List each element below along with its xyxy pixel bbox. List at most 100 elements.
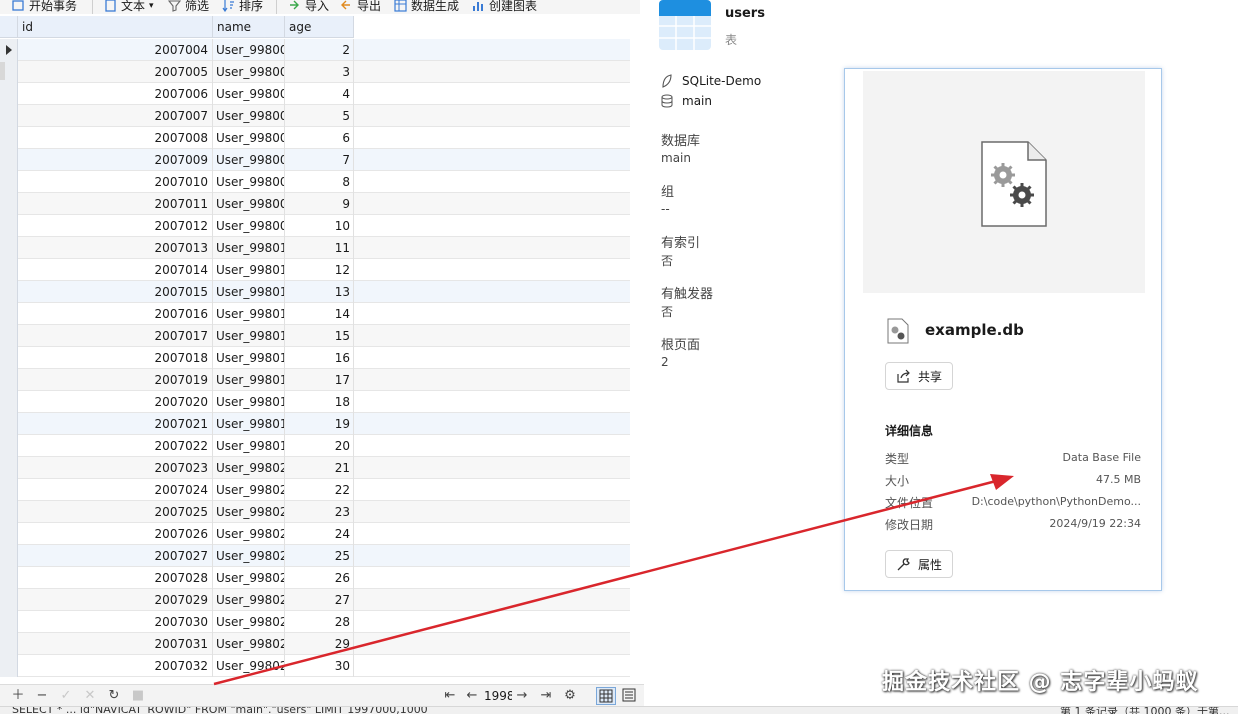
row-indicator[interactable] <box>0 83 18 105</box>
row-indicator[interactable] <box>0 127 18 149</box>
cell-name[interactable]: User_99800 <box>213 127 285 149</box>
table-row[interactable]: 2007019 User_99801 17 <box>0 369 630 391</box>
cell-age[interactable]: 4 <box>285 83 354 105</box>
cell-name[interactable]: User_99801 <box>213 303 285 325</box>
column-header-id[interactable]: id <box>18 16 213 38</box>
row-indicator[interactable] <box>0 435 18 457</box>
cell-id[interactable]: 2007016 <box>18 303 213 325</box>
table-row[interactable]: 2007028 User_99802 26 <box>0 567 630 589</box>
next-page-button[interactable]: → <box>514 688 530 704</box>
cell-age[interactable]: 29 <box>285 633 354 655</box>
delete-record-button[interactable]: − <box>34 688 50 704</box>
cell-age[interactable]: 16 <box>285 347 354 369</box>
cell-age[interactable]: 9 <box>285 193 354 215</box>
export-button[interactable]: 导出 <box>340 0 381 14</box>
cell-name[interactable]: User_99802 <box>213 457 285 479</box>
row-indicator[interactable] <box>0 105 18 127</box>
cell-name[interactable]: User_99800 <box>213 39 285 61</box>
row-indicator[interactable] <box>0 457 18 479</box>
row-indicator[interactable] <box>0 589 18 611</box>
cell-name[interactable]: User_99801 <box>213 413 285 435</box>
cell-id[interactable]: 2007005 <box>18 61 213 83</box>
cell-name[interactable]: User_99800 <box>213 193 285 215</box>
table-row[interactable]: 2007031 User_99802 29 <box>0 633 630 655</box>
row-indicator[interactable] <box>0 215 18 237</box>
row-indicator[interactable] <box>0 369 18 391</box>
table-row[interactable]: 2007013 User_99801 11 <box>0 237 630 259</box>
table-row[interactable]: 2007032 User_99802 30 <box>0 655 630 677</box>
table-row[interactable]: 2007014 User_99801 12 <box>0 259 630 281</box>
cell-name[interactable]: User_99800 <box>213 83 285 105</box>
form-view-button[interactable] <box>620 687 640 705</box>
row-indicator[interactable] <box>0 655 18 677</box>
filter-button[interactable]: 筛选 <box>168 0 209 14</box>
cell-age[interactable]: 23 <box>285 501 354 523</box>
cell-age[interactable]: 14 <box>285 303 354 325</box>
cell-id[interactable]: 2007026 <box>18 523 213 545</box>
table-row[interactable]: 2007007 User_99800 5 <box>0 105 630 127</box>
cell-id[interactable]: 2007008 <box>18 127 213 149</box>
properties-button[interactable]: 属性 <box>885 550 954 578</box>
cell-name[interactable]: User_99802 <box>213 589 285 611</box>
text-button[interactable]: 文本 ▾ <box>104 0 154 14</box>
cell-id[interactable]: 2007024 <box>18 479 213 501</box>
cell-name[interactable]: User_99801 <box>213 325 285 347</box>
row-indicator[interactable] <box>0 303 18 325</box>
last-page-button[interactable]: ⇥ <box>538 688 554 704</box>
cell-age[interactable]: 7 <box>285 149 354 171</box>
cell-id[interactable]: 2007030 <box>18 611 213 633</box>
table-row[interactable]: 2007006 User_99800 4 <box>0 83 630 105</box>
first-page-button[interactable]: ⇤ <box>442 688 458 704</box>
cell-name[interactable]: User_99801 <box>213 259 285 281</box>
add-record-button[interactable]: ＋ <box>10 688 26 704</box>
table-row[interactable]: 2007023 User_99802 21 <box>0 457 630 479</box>
row-indicator[interactable] <box>0 39 18 61</box>
column-header-age[interactable]: age <box>285 16 354 38</box>
cell-id[interactable]: 2007018 <box>18 347 213 369</box>
row-indicator[interactable] <box>0 325 18 347</box>
cell-id[interactable]: 2007023 <box>18 457 213 479</box>
table-row[interactable]: 2007017 User_99801 15 <box>0 325 630 347</box>
cell-age[interactable]: 10 <box>285 215 354 237</box>
cell-id[interactable]: 2007011 <box>18 193 213 215</box>
share-button[interactable]: 共享 <box>885 362 954 390</box>
refresh-button[interactable]: ↻ <box>106 688 122 704</box>
cell-id[interactable]: 2007032 <box>18 655 213 677</box>
grid-view-button[interactable] <box>596 687 616 705</box>
cell-id[interactable]: 2007015 <box>18 281 213 303</box>
cell-age[interactable]: 12 <box>285 259 354 281</box>
row-indicator[interactable] <box>0 193 18 215</box>
cell-age[interactable]: 15 <box>285 325 354 347</box>
cell-name[interactable]: User_99802 <box>213 501 285 523</box>
cell-name[interactable]: User_99802 <box>213 611 285 633</box>
row-indicator[interactable] <box>0 259 18 281</box>
cell-age[interactable]: 19 <box>285 413 354 435</box>
cell-id[interactable]: 2007010 <box>18 171 213 193</box>
row-indicator[interactable] <box>0 501 18 523</box>
table-row[interactable]: 2007030 User_99802 28 <box>0 611 630 633</box>
discard-changes-button[interactable]: ✕ <box>82 688 98 704</box>
row-indicator[interactable] <box>0 237 18 259</box>
table-row[interactable]: 2007020 User_99801 18 <box>0 391 630 413</box>
gear-icon[interactable]: ⚙ <box>562 688 578 704</box>
cell-age[interactable]: 21 <box>285 457 354 479</box>
table-row[interactable]: 2007008 User_99800 6 <box>0 127 630 149</box>
row-indicator[interactable] <box>0 611 18 633</box>
row-indicator[interactable] <box>0 523 18 545</box>
table-row[interactable]: 2007025 User_99802 23 <box>0 501 630 523</box>
cell-name[interactable]: User_99800 <box>213 171 285 193</box>
cell-name[interactable]: User_99800 <box>213 215 285 237</box>
cell-age[interactable]: 25 <box>285 545 354 567</box>
table-row[interactable]: 2007004 User_99800 2 <box>0 39 630 61</box>
cell-id[interactable]: 2007020 <box>18 391 213 413</box>
cell-age[interactable]: 8 <box>285 171 354 193</box>
row-indicator[interactable] <box>0 391 18 413</box>
cell-id[interactable]: 2007022 <box>18 435 213 457</box>
cell-id[interactable]: 2007004 <box>18 39 213 61</box>
cell-age[interactable]: 11 <box>285 237 354 259</box>
cell-id[interactable]: 2007031 <box>18 633 213 655</box>
cell-id[interactable]: 2007014 <box>18 259 213 281</box>
cell-age[interactable]: 6 <box>285 127 354 149</box>
cell-name[interactable]: User_99801 <box>213 281 285 303</box>
page-number-input[interactable]: 1998 <box>484 687 512 705</box>
